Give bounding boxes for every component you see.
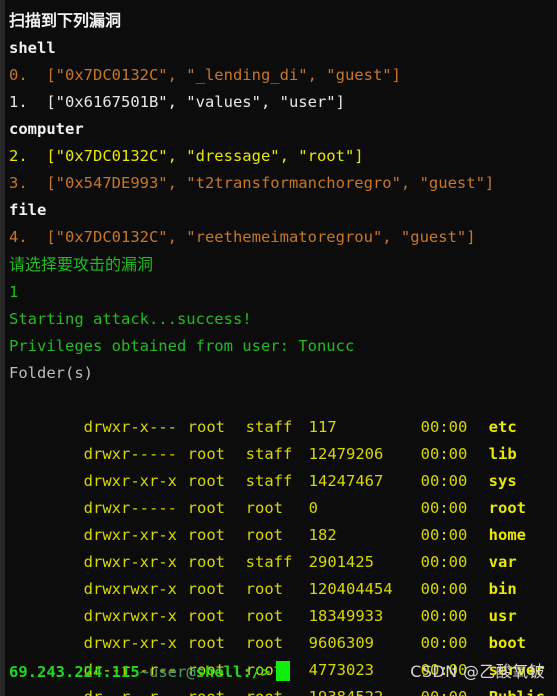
terminal-output-area: 扫描到下列漏洞 shell 0. ["0x7DC0132C", "_lendin… [0,4,557,696]
folder-group: root [245,634,283,652]
folder-name[interactable]: sys [489,472,517,490]
text-cursor[interactable] [276,661,291,681]
folder-time: 00:00 [420,499,468,517]
folder-permissions: drwxr-x--- [83,418,177,436]
folder-size: 9606309 [308,634,374,652]
shell-prompt-line[interactable]: 69.243.224.115~user@shell:/> [9,661,291,683]
folder-permissions: drwxr-xr-x [83,472,177,490]
folder-owner: root [187,526,225,544]
folder-size: 4773023 [308,661,374,679]
folder-size: 19384522 [309,684,421,696]
folder-size: 2901425 [308,553,374,571]
vulnerability-row-2[interactable]: 2. ["0x7DC0132C", "dressage", "root"] [9,143,557,170]
folder-name[interactable]: bin [489,580,517,598]
folder-time: 00:00 [420,553,468,571]
folder-permissions: drwxr-xr-x [83,526,177,544]
attack-status-text: Starting attack...success! [9,310,252,328]
folder-size: 14247467 [308,472,384,490]
user-input-value[interactable]: 1 [9,279,557,306]
folder-size: 182 [308,526,337,544]
folder-size: 18349933 [308,607,384,625]
privileges-obtained-text: Privileges obtained from user: Tonucc [9,337,355,355]
folder-permissions: drwxrwxr-x [83,607,177,625]
prompt-ip-address: 69.243.224.115 [9,663,140,681]
prompt-username: ~user@ [139,663,196,681]
category-shell: shell [9,39,56,57]
folder-time: 00:00 [420,607,468,625]
folder-permissions: drwxrwxr-x [83,580,177,598]
category-computer: computer [9,120,84,138]
folder-group: root [245,499,283,517]
folder-group: staff [245,445,293,463]
folders-header: Folder(s) [9,364,93,382]
folder-size: 0 [308,499,318,517]
folder-size: 120404454 [308,580,393,598]
folder-owner: root [187,607,225,625]
folder-group: root [246,684,309,696]
folder-group: staff [245,418,293,436]
csdn-watermark: CSDN @乙酸氧铍 [410,662,545,681]
folder-name[interactable]: var [489,553,517,571]
terminal-window[interactable]: 扫描到下列漏洞 shell 0. ["0x7DC0132C", "_lendin… [0,0,557,696]
select-vulnerability-prompt: 请选择要攻击的漏洞 [9,255,154,274]
folder-name[interactable]: Public [489,688,545,696]
folder-permissions: drwxr-xr-x [83,553,177,571]
table-row[interactable]: drwxr-x--- root staff 117 00:00 etc [9,387,557,436]
folder-owner: root [187,445,225,463]
vulnerability-row-3[interactable]: 3. ["0x547DE993", "t2transformanchoregro… [9,170,557,197]
folder-time: 00:00 [420,580,468,598]
folder-permissions: drwxr-xr-x [83,634,177,652]
folder-group: root [245,580,283,598]
folder-permissions: dr--r--r-- [84,684,188,696]
folder-owner: root [188,684,246,696]
folder-group: staff [245,472,293,490]
vulnerability-row-0[interactable]: 0. ["0x7DC0132C", "_lending_di", "guest"… [9,62,557,89]
folder-time: 00:00 [420,445,468,463]
folder-owner: root [187,472,225,490]
folder-permissions: drwxr----- [83,445,177,463]
folder-name[interactable]: boot [489,634,526,652]
folder-name[interactable]: home [489,526,526,544]
folder-group: root [245,607,283,625]
folder-time: 00:00 [421,684,489,696]
folder-list: drwxr-x--- root staff 117 00:00 etc drwxr----… [9,387,557,696]
folder-owner: root [187,499,225,517]
folder-name[interactable]: root [489,499,526,517]
category-file: file [9,201,47,219]
vulnerability-row-4[interactable]: 4. ["0x7DC0132C", "reethemeimatoregrou",… [9,224,557,251]
folder-owner: root [187,553,225,571]
scan-header: 扫描到下列漏洞 [9,11,122,30]
folder-size: 117 [308,418,337,436]
folder-owner: root [187,580,225,598]
folder-owner: root [187,418,225,436]
folder-group: staff [245,553,293,571]
terminal-left-gutter [0,0,5,696]
folder-time: 00:00 [420,418,468,436]
folder-time: 00:00 [420,472,468,490]
vulnerability-row-1[interactable]: 1. ["0x6167501B", "values", "user"] [9,89,557,116]
folder-time: 00:00 [420,526,468,544]
folder-name[interactable]: usr [489,607,517,625]
prompt-host-path: shell:/> [195,663,271,681]
folder-owner: root [187,634,225,652]
folder-name[interactable]: etc [489,418,517,436]
folder-group: root [245,526,283,544]
folder-name[interactable]: lib [489,445,517,463]
folder-permissions: drwxr----- [83,499,177,517]
folder-time: 00:00 [420,634,468,652]
folder-size: 12479206 [308,445,384,463]
